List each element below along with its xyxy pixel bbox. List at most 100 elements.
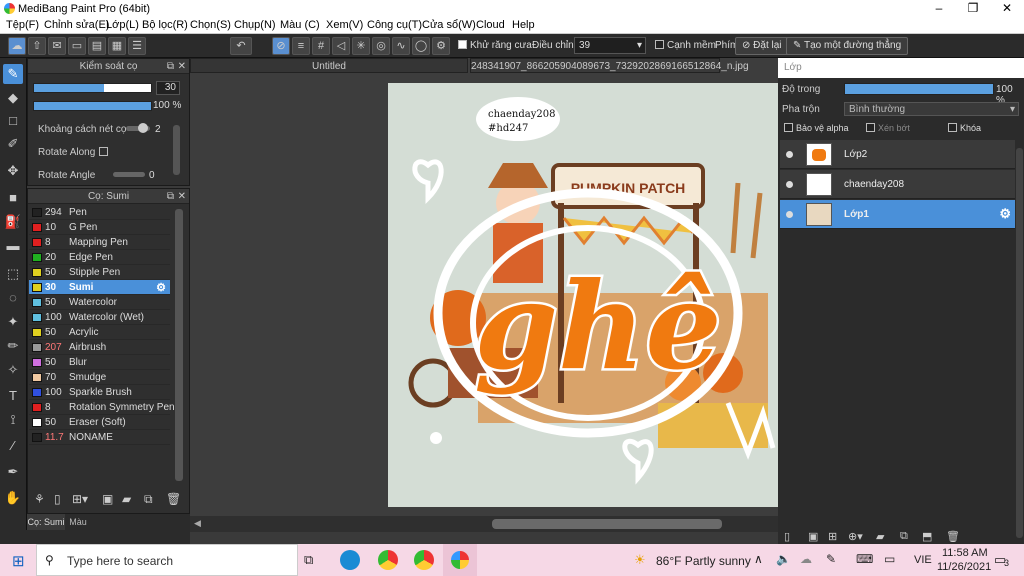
circle-snap-icon[interactable]: ◎: [372, 37, 390, 55]
menu-view[interactable]: Xem(V): [326, 19, 363, 31]
undock-icon[interactable]: ⧉: [167, 59, 174, 74]
brush-add-icon[interactable]: ⚘: [34, 492, 45, 506]
reset-button[interactable]: ⊘ Đặt lại: [735, 37, 789, 55]
divide-tool-icon[interactable]: ⟟: [3, 410, 23, 430]
brush-item[interactable]: 11.7 NONAME: [29, 430, 170, 445]
brush-list-scrollbar[interactable]: [175, 209, 183, 481]
layer-row[interactable]: Lớp1 ⚙: [780, 200, 1015, 229]
task-view-icon[interactable]: ⧉: [304, 552, 313, 568]
select-pen-tool-icon[interactable]: ✏: [3, 336, 23, 356]
brush-item[interactable]: 50 Eraser (Soft): [29, 415, 170, 430]
list-icon[interactable]: ☰: [128, 37, 146, 55]
minimize-button[interactable]: –: [922, 0, 956, 18]
close-window-button[interactable]: ✕: [990, 0, 1024, 18]
search-box[interactable]: ⚲ Type here to search: [36, 544, 298, 576]
adjust-dropdown[interactable]: 39 ▾: [574, 37, 646, 54]
speaker-icon[interactable]: 🔈: [776, 552, 791, 566]
picker-tool-icon[interactable]: ✒: [3, 462, 23, 482]
horizontal-scrollbar-thumb[interactable]: [492, 519, 722, 529]
brush-item[interactable]: 8 Rotation Symmetry Pen: [29, 400, 175, 415]
menu-cloud[interactable]: Cloud: [476, 19, 505, 31]
brush-copy-icon[interactable]: ▣: [102, 492, 113, 506]
smooth-checkbox[interactable]: Cạnh mềm: [655, 40, 716, 51]
folder-icon[interactable]: ▰: [876, 530, 884, 543]
perspective-snap-icon[interactable]: ◁: [332, 37, 350, 55]
menu-select[interactable]: Chọn(S): [190, 19, 231, 31]
brush-control-scrollbar[interactable]: [173, 125, 180, 175]
comment-icon[interactable]: ✉: [48, 37, 66, 55]
gear-icon[interactable]: ⚙: [156, 281, 166, 294]
share-icon[interactable]: ⇧: [28, 37, 46, 55]
antialias-checkbox[interactable]: Khử răng cưa: [458, 40, 532, 51]
duplicate-icon[interactable]: ⧉: [900, 530, 908, 543]
duplicate-icon[interactable]: ⧉: [144, 492, 153, 507]
visibility-icon[interactable]: [786, 211, 793, 218]
language-indicator[interactable]: VIE: [914, 554, 932, 566]
windows-start-icon[interactable]: ⊞: [12, 552, 25, 570]
new-brush-icon[interactable]: ▯: [54, 492, 61, 506]
close-icon[interactable]: ✕: [178, 189, 186, 204]
gear-icon[interactable]: ⚙: [999, 206, 1011, 222]
menu-layer[interactable]: Lớp(L): [106, 19, 139, 31]
pen-tool-icon[interactable]: ✐: [3, 134, 23, 154]
brush-item[interactable]: 50 Blur: [29, 355, 170, 370]
medibang-taskbar-button[interactable]: [443, 544, 477, 576]
brush-item[interactable]: 50 Stipple Pen: [29, 265, 170, 280]
visibility-icon[interactable]: [786, 181, 793, 188]
add-layer-icon[interactable]: ⊕▾: [848, 530, 863, 543]
select-eraser-tool-icon[interactable]: ✧: [3, 360, 23, 380]
trash-icon[interactable]: 🗑: [166, 492, 181, 506]
new-layer-icon[interactable]: ▯: [784, 530, 790, 543]
settings-icon[interactable]: ⚙: [432, 37, 450, 55]
lock-checkbox[interactable]: Khóa: [948, 123, 981, 133]
close-icon[interactable]: ✕: [178, 59, 186, 74]
menu-help[interactable]: Help: [512, 19, 535, 31]
network-icon[interactable]: ▭: [884, 552, 895, 566]
layer-scrollbar[interactable]: [1016, 148, 1023, 538]
magic-wand-tool-icon[interactable]: ✦: [3, 312, 23, 332]
brush-item[interactable]: 50 Acrylic: [29, 325, 170, 340]
brush-item[interactable]: 294 Pen: [29, 205, 170, 220]
folder-icon[interactable]: ▰: [122, 492, 131, 506]
brush-item[interactable]: 30 Sumi ⚙: [29, 280, 170, 295]
brush-item[interactable]: 10 G Pen: [29, 220, 170, 235]
blend-mode-dropdown[interactable]: Bình thường ▾: [844, 102, 1019, 116]
menu-file[interactable]: Tệp(F): [6, 19, 39, 31]
brush-item[interactable]: 100 Watercolor (Wet): [29, 310, 170, 325]
maximize-button[interactable]: ❐: [956, 0, 990, 18]
move-tool-icon[interactable]: ✥: [3, 161, 23, 181]
menu-filter[interactable]: Bộ lọc(R): [142, 19, 188, 31]
pen-icon[interactable]: ✎: [826, 552, 836, 566]
fill-rect-tool-icon[interactable]: ■: [3, 188, 23, 208]
tab-untitled[interactable]: Untitled: [190, 58, 468, 73]
brush-item[interactable]: 100 Sparkle Brush: [29, 385, 170, 400]
chrome-icon[interactable]: [378, 550, 398, 570]
edge-icon[interactable]: [340, 550, 360, 570]
eyedropper-tool-icon[interactable]: ⁄: [3, 436, 23, 456]
clock-date[interactable]: 11/26/2021: [937, 561, 991, 573]
layer-row[interactable]: Lớp2: [780, 140, 1015, 169]
grid-snap-icon[interactable]: #: [312, 37, 330, 55]
brush-size-value[interactable]: 30: [156, 81, 180, 95]
radial-snap-icon[interactable]: ✳: [352, 37, 370, 55]
merge-icon[interactable]: ⬒: [922, 530, 932, 543]
undo-icon[interactable]: ↶: [230, 37, 252, 55]
parallel-snap-icon[interactable]: ≡: [292, 37, 310, 55]
brush-tool-icon[interactable]: ✎: [3, 64, 23, 84]
cloud-icon[interactable]: ☁: [800, 552, 812, 566]
gradient-tool-icon[interactable]: ▬: [3, 236, 23, 256]
tab-brush[interactable]: Cọ: Sumi: [27, 514, 65, 530]
eraser-tool-icon[interactable]: ◆: [3, 88, 23, 108]
curve-snap-icon[interactable]: ∿: [392, 37, 410, 55]
page-icon[interactable]: ▤: [88, 37, 106, 55]
tab-image-file[interactable]: 248341907_866205904089673_73292028691665…: [470, 58, 749, 73]
lasso-tool-icon[interactable]: ◌: [3, 288, 23, 308]
layer-row[interactable]: chaenday208: [780, 170, 1015, 199]
artwork-canvas[interactable]: PUMPKIN PATCH ghê chaenday208 #hd247: [388, 83, 778, 507]
chat-icon[interactable]: ▭: [68, 37, 86, 55]
brush-opacity-slider[interactable]: [33, 101, 152, 111]
clipping-checkbox[interactable]: Xén bớt: [866, 123, 910, 133]
brush-item[interactable]: 8 Mapping Pen: [29, 235, 170, 250]
menu-window[interactable]: Cửa sổ(W): [422, 19, 476, 31]
chevron-up-icon[interactable]: ∧: [754, 552, 763, 566]
